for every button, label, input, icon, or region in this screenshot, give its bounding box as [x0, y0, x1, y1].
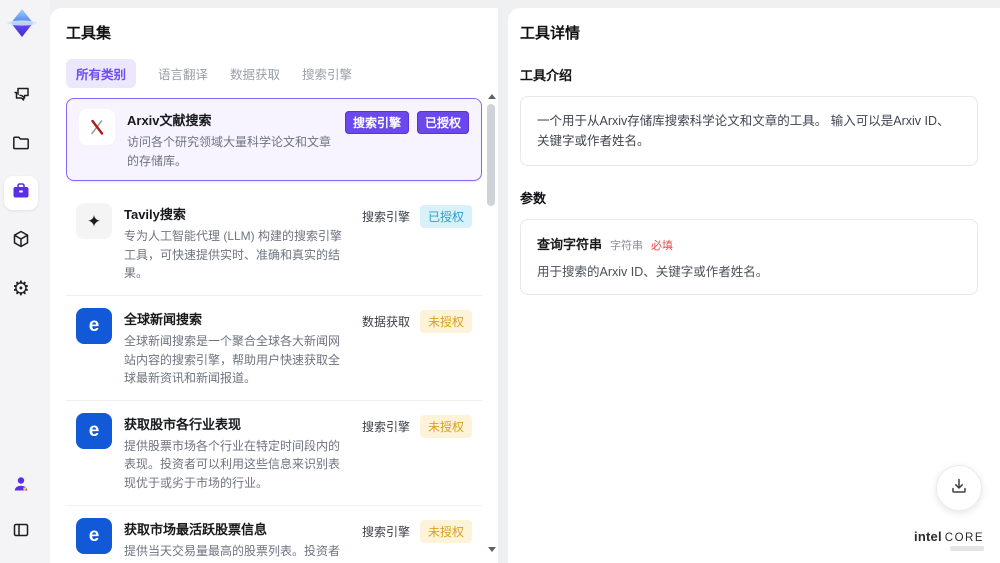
user-avatar[interactable] [4, 469, 38, 503]
news-engine-icon: e [88, 525, 100, 547]
category-tab[interactable]: 数据获取 [230, 59, 280, 88]
parameter-name: 查询字符串 [537, 237, 603, 252]
chat-icon [11, 85, 31, 110]
tool-description: 访问各个研究领域大量科学论文和文章的存储库。 [127, 135, 332, 168]
tool-icon: ✦ [76, 203, 112, 240]
sidebar-item-models[interactable] [4, 224, 38, 258]
category-tab[interactable]: 语言翻译 [158, 59, 208, 88]
tool-list-panel: 工具集 所有类别 语言翻译 数据获取 搜索引擎 Arxiv文献搜索 访问各个研究… [50, 8, 498, 563]
parameter-description: 用于搜索的Arxiv ID、关键字或作者姓名。 [537, 265, 769, 279]
tool-card[interactable]: Arxiv文献搜索 访问各个研究领域大量科学论文和文章的存储库。 搜索引擎 已授… [66, 98, 482, 182]
brand-sub-mark [950, 546, 984, 551]
auth-status-badge: 未授权 [419, 519, 472, 543]
intel-core-logo: intel core [914, 529, 984, 551]
params-section-title: 参数 [520, 191, 547, 206]
tool-description: 提供当天交易量最高的股票列表。投资者可以利用这些信息来识别流动性强的股票和潜在的… [124, 543, 341, 558]
parameter-item: 查询字符串 字符串 必填 用于搜索的Arxiv ID、关键字或作者姓名。 [537, 234, 961, 280]
category-tab[interactable]: 所有类别 [66, 59, 137, 88]
collapse-sidebar-button[interactable] [4, 515, 38, 549]
list-scrollbar[interactable] [486, 94, 496, 556]
category-badge: 搜索引擎 [344, 111, 409, 134]
tool-icon: e [76, 307, 112, 344]
tool-title: Arxiv文献搜索 [127, 113, 212, 128]
tool-card[interactable]: e 全球新闻搜索 全球新闻搜索是一个聚合全球各大新闻网站内容的搜索引擎，帮助用户… [66, 295, 482, 401]
gear-icon: ⚙ [12, 278, 30, 300]
tool-list: Arxiv文献搜索 访问各个研究领域大量科学论文和文章的存储库。 搜索引擎 已授… [66, 98, 482, 558]
parameter-type: 字符串 [610, 240, 644, 252]
tool-title: 获取股市各行业表现 [124, 416, 242, 432]
tool-card[interactable]: ✦ Tavily搜索 专为人工智能代理 (LLM) 构建的搜索引擎工具，可快速提… [66, 191, 482, 296]
collapse-panel-icon [12, 521, 30, 544]
scroll-up-arrow[interactable] [488, 94, 496, 99]
tool-description: 专为人工智能代理 (LLM) 构建的搜索引擎工具，可快速提供实时、准确和真实的结… [124, 229, 343, 281]
app-logo [5, 6, 39, 40]
download-icon [949, 476, 969, 501]
tool-title: Tavily搜索 [124, 207, 186, 223]
intro-section-title: 工具介绍 [520, 68, 573, 83]
folder-icon [11, 133, 31, 158]
parameter-required-flag: 必填 [651, 240, 674, 252]
auth-status-badge: 已授权 [419, 205, 472, 229]
tool-title: 获取市场最活跃股票信息 [124, 521, 268, 537]
tool-description: 全球新闻搜索是一个聚合全球各大新闻网站内容的搜索引擎，帮助用户快速获取全球最新资… [124, 333, 341, 386]
tool-title: 全球新闻搜索 [124, 311, 203, 327]
cube-icon [11, 229, 31, 254]
tool-card[interactable]: e 获取股市各行业表现 提供股票市场各个行业在特定时间段内的表现。投资者可以利用… [66, 400, 482, 506]
intro-text: 一个用于从Arxiv存储库搜索科学论文和文章的工具。 输入可以是Arxiv ID… [537, 114, 950, 148]
sidebar-item-tools[interactable] [4, 176, 38, 210]
category-tabs: 所有类别 语言翻译 数据获取 搜索引擎 [66, 59, 482, 88]
category-badge: 搜索引擎 [361, 524, 410, 539]
detail-title: 工具详情 [520, 25, 581, 42]
user-icon [11, 474, 31, 499]
scroll-down-arrow[interactable] [488, 547, 496, 552]
auth-status-badge: 已授权 [416, 111, 469, 134]
scrollbar-thumb[interactable] [487, 104, 495, 206]
sidebar-rail: ⚙ [0, 0, 50, 563]
news-engine-icon: e [88, 420, 100, 442]
tool-icon [79, 109, 115, 145]
tool-description: 提供股票市场各个行业在特定时间段内的表现。投资者可以利用这些信息来识别表现优于或… [124, 438, 341, 490]
brand-core-text: core [944, 532, 984, 544]
tavily-star-icon: ✦ [86, 211, 102, 231]
toolbox-icon [11, 181, 31, 206]
download-button[interactable] [936, 465, 982, 511]
sidebar-item-files[interactable] [4, 128, 38, 162]
auth-status-badge: 未授权 [419, 414, 472, 438]
params-box: 查询字符串 字符串 必填 用于搜索的Arxiv ID、关键字或作者姓名。 [520, 219, 978, 295]
brand-intel-text: intel [914, 529, 942, 544]
category-tab[interactable]: 搜索引擎 [302, 59, 352, 88]
category-badge: 搜索引擎 [361, 419, 410, 434]
auth-status-badge: 未授权 [419, 309, 472, 333]
tool-detail-panel: 工具详情 工具介绍 一个用于从Arxiv存储库搜索科学论文和文章的工具。 输入可… [508, 8, 1000, 563]
category-badge: 数据获取 [361, 314, 410, 329]
news-engine-icon: e [88, 315, 100, 337]
tool-icon: e [76, 412, 112, 449]
sidebar-item-chat[interactable] [4, 80, 38, 114]
page-title: 工具集 [66, 25, 112, 42]
sidebar-item-settings[interactable]: ⚙ [4, 272, 38, 306]
tool-card[interactable]: e 获取市场最活跃股票信息 提供当天交易量最高的股票列表。投资者可以利用这些信息… [66, 505, 482, 558]
tool-icon: e [76, 517, 112, 554]
category-badge: 搜索引擎 [361, 210, 410, 225]
intro-box: 一个用于从Arxiv存储库搜索科学论文和文章的工具。 输入可以是Arxiv ID… [520, 96, 978, 166]
